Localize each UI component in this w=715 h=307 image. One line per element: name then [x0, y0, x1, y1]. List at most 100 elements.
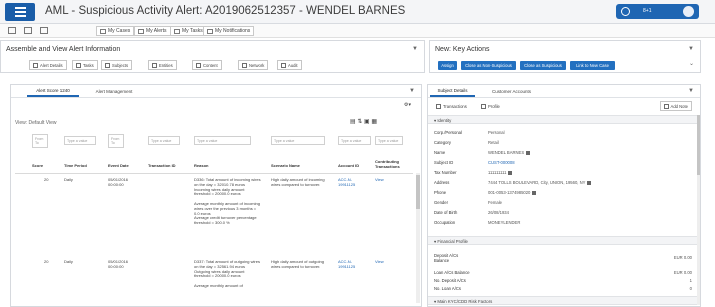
risk-section-header[interactable]: ▾ Main KYC/CDD Risk Factors	[428, 296, 700, 305]
col-event-date[interactable]: Event Date	[108, 163, 129, 169]
flag-icon[interactable]	[532, 190, 537, 195]
col-time-period[interactable]: Time Period	[64, 163, 87, 169]
col-account[interactable]: Account ID	[338, 163, 359, 169]
chevron-down-icon[interactable]: ▼	[409, 88, 415, 94]
link-new-case-button[interactable]: Link to New Case	[570, 61, 615, 70]
field-value: WENDEL BARNES	[488, 150, 531, 155]
my-cases-button[interactable]: My Cases	[96, 26, 135, 36]
add-note-button[interactable]: Add Note	[659, 101, 692, 111]
page-title: AML - Suspicious Activity Alert: A201906…	[45, 5, 406, 17]
audit-label: Audit	[288, 62, 298, 68]
field-value: Personal	[488, 130, 505, 135]
financial-section-header[interactable]: ▾ Financial Profile	[428, 236, 700, 245]
document-icon	[33, 62, 38, 68]
field-value: 0	[689, 286, 692, 291]
tab-alert-score[interactable]: Alert Score 1240	[27, 85, 79, 97]
row1-score: 20	[44, 177, 49, 182]
field-label: No. Deposit A/Cs	[434, 278, 466, 283]
address-value: 7444 TOLLS BOULEVARD, City, UNION, 19560…	[488, 180, 586, 185]
tasks-icon	[174, 28, 180, 34]
col-score[interactable]: Score	[32, 163, 43, 169]
entities-button[interactable]: Entities	[148, 60, 177, 70]
title-bar: AML - Suspicious Activity Alert: A201906…	[0, 0, 715, 24]
flag-icon[interactable]	[526, 150, 531, 155]
my-notifications-button[interactable]: My Notifications	[203, 26, 255, 36]
row1-view-link[interactable]: View	[375, 177, 384, 183]
alert-details-button[interactable]: Alert Details	[29, 60, 67, 70]
tab-customer-accounts[interactable]: Customer Accounts	[484, 85, 539, 97]
txn-filter[interactable]: Type a value	[148, 136, 180, 145]
my-alerts-button[interactable]: My Alerts	[134, 26, 171, 36]
copy-icon[interactable]	[40, 27, 48, 34]
chevron-down-icon[interactable]: ▼	[688, 88, 694, 94]
col-transaction-id[interactable]: Transaction ID	[148, 163, 176, 169]
field-label: Date of Birth	[434, 210, 458, 215]
transactions-button[interactable]: Transactions	[433, 101, 470, 111]
chevron-down-icon[interactable]: ▼	[412, 46, 418, 52]
field-label: Deposit A/Cs Balance	[434, 253, 459, 263]
row2-account-link[interactable]: ACC-N-19911125	[338, 259, 366, 270]
toolbar-icons[interactable]: ▤ ⇅ ▣ ▦	[350, 119, 377, 125]
table-scrollbar[interactable]	[416, 173, 420, 303]
field-value: Retail	[488, 140, 499, 145]
transactions-label: Transactions	[443, 103, 467, 109]
assign-button[interactable]: Assign	[438, 61, 457, 70]
avatar[interactable]	[683, 6, 694, 17]
row2-view-link[interactable]: View	[375, 259, 384, 265]
home-icon[interactable]	[8, 27, 16, 34]
briefcase-icon	[100, 28, 106, 34]
identity-section-label: Identity	[437, 118, 452, 123]
tasks-icon	[76, 62, 81, 68]
filter-to-label: To	[111, 141, 115, 145]
flag-icon[interactable]	[587, 180, 592, 185]
row2-reason: D337: Total amount of outgoing wires on …	[194, 259, 260, 288]
identity-section-header[interactable]: ▾ Identity	[428, 115, 700, 124]
subjects-button[interactable]: Subjects	[101, 60, 133, 70]
field-label: Loan A/Cs Balance	[434, 270, 470, 275]
network-button[interactable]: Network	[238, 60, 269, 70]
col-contributing[interactable]: Contributing Transactions	[375, 159, 407, 169]
flag-icon[interactable]	[508, 170, 513, 175]
settings-icon[interactable]: ⚙▾	[404, 103, 411, 108]
close-suspicious-button[interactable]: Close as Suspicious	[520, 61, 566, 70]
field-value: 111111111	[488, 170, 513, 175]
contrib-filter[interactable]: Type a value	[375, 136, 403, 145]
tab-subject-details[interactable]: Subject Details	[430, 85, 475, 97]
content-button[interactable]: Content	[192, 60, 222, 70]
col-reason[interactable]: Reason	[194, 163, 208, 169]
row1-account-link[interactable]: ACC-N-19911125	[338, 177, 366, 188]
scenario-filter[interactable]: Type a value	[271, 136, 325, 145]
menu-icon[interactable]	[5, 3, 35, 21]
transactions-icon	[436, 103, 441, 109]
close-non-suspicious-button[interactable]: Close as Non-Suspicious	[461, 61, 516, 70]
alert-icon	[138, 28, 144, 34]
my-tasks-button[interactable]: My Tasks	[170, 26, 207, 36]
save-icon[interactable]	[24, 27, 32, 34]
profile-button[interactable]: Profile	[478, 101, 503, 111]
subject-scrollbar[interactable]	[697, 115, 700, 305]
field-label: Tax Number	[434, 170, 457, 175]
account-filter[interactable]: Type a value	[338, 136, 371, 145]
row2-scenario: High daily amount of outgoing wires comp…	[271, 259, 324, 269]
key-actions-panel: New: Key Actions ▼ Assign Close as Non-S…	[429, 40, 701, 73]
chevron-down-icon[interactable]: ⌄	[689, 60, 694, 67]
reason-filter[interactable]: Type a value	[194, 136, 251, 145]
tasks-button[interactable]: Tasks	[72, 60, 98, 70]
period-filter[interactable]: Type a value	[64, 136, 96, 145]
person-icon	[105, 62, 110, 68]
chevron-down-icon[interactable]: ▼	[688, 46, 694, 52]
view-selector[interactable]: View: Default View	[15, 121, 57, 126]
subject-id-link[interactable]: CUST-000008	[488, 160, 515, 165]
network-icon	[242, 62, 247, 68]
bell-icon	[207, 28, 213, 34]
tab-alert-management[interactable]: Alert Management	[89, 85, 139, 97]
field-label: Gender	[434, 200, 448, 205]
audit-button[interactable]: Audit	[277, 60, 302, 70]
my-alerts-label: My Alerts	[146, 28, 167, 34]
user-controls[interactable]: 8+1	[616, 4, 699, 19]
refresh-icon[interactable]	[621, 7, 630, 16]
field-label: Category	[434, 140, 451, 145]
col-scenario[interactable]: Scenario Name	[271, 163, 300, 169]
score-filter[interactable]: From To	[32, 134, 48, 148]
date-filter[interactable]: From To	[108, 134, 124, 148]
